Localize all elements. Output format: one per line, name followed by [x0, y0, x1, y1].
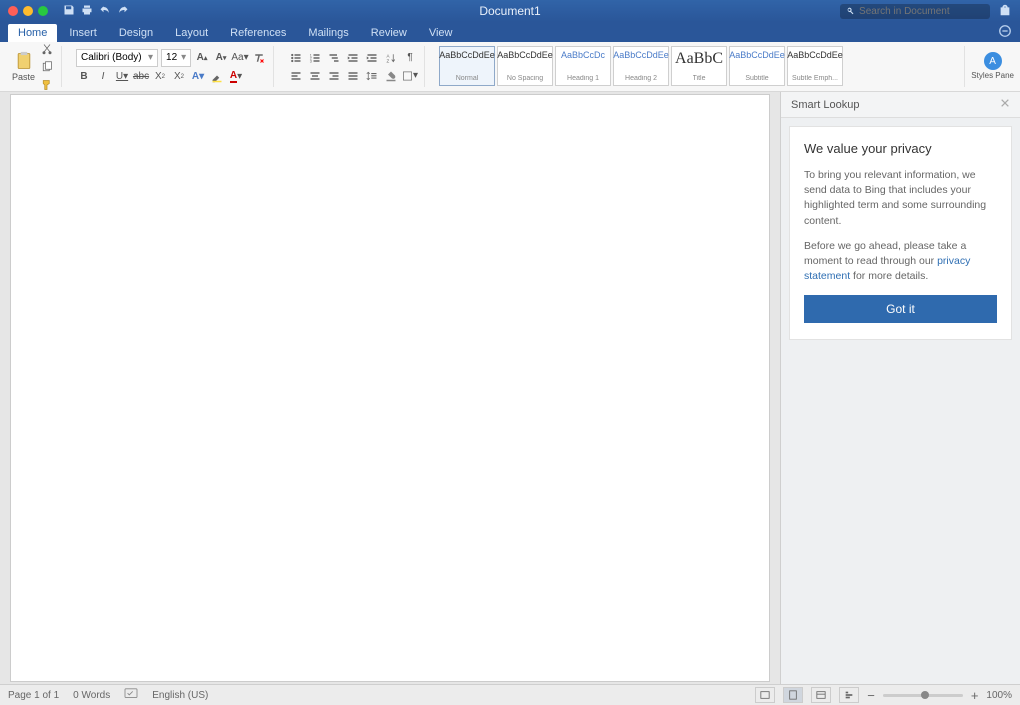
paragraph-group: 123 AZ ¶ ▾ — [282, 46, 425, 87]
style-heading-1[interactable]: AaBbCcDcHeading 1 — [555, 46, 611, 86]
numbering-icon[interactable]: 123 — [307, 50, 323, 66]
font-color-icon[interactable]: A▾ — [228, 69, 244, 85]
save-icon[interactable] — [63, 4, 75, 19]
svg-text:A: A — [387, 53, 390, 58]
ribbon: Paste Calibri (Body)▾ 12▾ A▴ A▾ Aa▾ B I … — [0, 42, 1020, 92]
search-box[interactable] — [840, 4, 990, 19]
justify-icon[interactable] — [345, 68, 361, 84]
share-icon[interactable] — [998, 3, 1012, 20]
zoom-in-button[interactable]: + — [971, 688, 979, 703]
undo-icon[interactable] — [99, 4, 111, 19]
ribbon-options-icon[interactable] — [998, 24, 1012, 43]
styles-pane-icon: A — [984, 52, 1002, 70]
style-heading-2[interactable]: AaBbCcDdEeHeading 2 — [613, 46, 669, 86]
svg-text:Z: Z — [387, 58, 390, 63]
close-window-button[interactable] — [8, 6, 18, 16]
strikethrough-button[interactable]: abc — [133, 69, 149, 85]
superscript-button[interactable]: X2 — [171, 69, 187, 85]
underline-button[interactable]: U▾ — [114, 69, 130, 85]
style-no-spacing[interactable]: AaBbCcDdEeNo Spacing — [497, 46, 553, 86]
bold-button[interactable]: B — [76, 69, 92, 85]
print-icon[interactable] — [81, 4, 93, 19]
bullets-icon[interactable] — [288, 50, 304, 66]
pane-title: Smart Lookup — [791, 99, 859, 111]
privacy-text-2: Before we go ahead, please take a moment… — [804, 239, 997, 285]
spellcheck-icon[interactable] — [124, 688, 138, 703]
tab-review[interactable]: Review — [361, 24, 417, 42]
privacy-card: We value your privacy To bring you relev… — [789, 126, 1012, 340]
line-spacing-icon[interactable] — [364, 68, 380, 84]
multilevel-list-icon[interactable] — [326, 50, 342, 66]
got-it-button[interactable]: Got it — [804, 295, 997, 323]
align-right-icon[interactable] — [326, 68, 342, 84]
tab-insert[interactable]: Insert — [59, 24, 107, 42]
grow-font-icon[interactable]: A▴ — [194, 50, 210, 66]
align-center-icon[interactable] — [307, 68, 323, 84]
view-printlayout-button[interactable] — [783, 687, 803, 703]
view-weblayout-button[interactable] — [811, 687, 831, 703]
subscript-button[interactable]: X2 — [152, 69, 168, 85]
copy-icon[interactable] — [39, 59, 55, 75]
borders-icon[interactable]: ▾ — [402, 68, 418, 84]
tab-mailings[interactable]: Mailings — [298, 24, 358, 42]
tab-view[interactable]: View — [419, 24, 463, 42]
view-outline-button[interactable] — [839, 687, 859, 703]
increase-indent-icon[interactable] — [364, 50, 380, 66]
font-size-select[interactable]: 12▾ — [161, 49, 191, 67]
titlebar: Document1 — [0, 0, 1020, 22]
document-page[interactable] — [10, 94, 770, 682]
privacy-text-1: To bring you relevant information, we se… — [804, 168, 997, 229]
font-group: Calibri (Body)▾ 12▾ A▴ A▾ Aa▾ B I U▾ abc… — [70, 46, 274, 87]
change-case-icon[interactable]: Aa▾ — [232, 50, 248, 66]
style-title[interactable]: AaBbCTitle — [671, 46, 727, 86]
search-icon — [846, 6, 855, 16]
clear-formatting-icon[interactable] — [251, 50, 267, 66]
align-left-icon[interactable] — [288, 68, 304, 84]
tab-design[interactable]: Design — [109, 24, 163, 42]
minimize-window-button[interactable] — [23, 6, 33, 16]
sort-icon[interactable]: AZ — [383, 50, 399, 66]
style-subtitle[interactable]: AaBbCcDdEeSubtitle — [729, 46, 785, 86]
zoom-level[interactable]: 100% — [986, 690, 1012, 701]
status-bar: Page 1 of 1 0 Words English (US) − + 100… — [0, 684, 1020, 705]
status-language[interactable]: English (US) — [152, 690, 208, 701]
style-normal[interactable]: AaBbCcDdEeNormal — [439, 46, 495, 86]
style-subtle-emph-[interactable]: AaBbCcDdEeSubtle Emph... — [787, 46, 843, 86]
highlight-color-icon[interactable] — [209, 69, 225, 85]
paste-button[interactable]: Paste — [12, 51, 35, 82]
font-name-select[interactable]: Calibri (Body)▾ — [76, 49, 158, 67]
status-words[interactable]: 0 Words — [73, 690, 110, 701]
maximize-window-button[interactable] — [38, 6, 48, 16]
tab-layout[interactable]: Layout — [165, 24, 218, 42]
text-effects-icon[interactable]: A▾ — [190, 69, 206, 85]
italic-button[interactable]: I — [95, 69, 111, 85]
shading-icon[interactable] — [383, 68, 399, 84]
status-page[interactable]: Page 1 of 1 — [8, 690, 59, 701]
clipboard-group: Paste — [6, 46, 62, 87]
styles-group: AaBbCcDdEeNormalAaBbCcDdEeNo SpacingAaBb… — [433, 46, 956, 87]
show-marks-icon[interactable]: ¶ — [402, 50, 418, 66]
zoom-slider[interactable] — [883, 694, 963, 697]
search-input[interactable] — [859, 6, 984, 17]
view-readmode-button[interactable] — [755, 687, 775, 703]
format-painter-icon[interactable] — [39, 77, 55, 93]
pane-close-icon[interactable] — [1000, 98, 1010, 111]
redo-icon[interactable] — [117, 4, 129, 19]
tab-home[interactable]: Home — [8, 24, 57, 42]
svg-text:3: 3 — [310, 59, 312, 63]
cut-icon[interactable] — [39, 41, 55, 57]
privacy-heading: We value your privacy — [804, 141, 997, 156]
tab-references[interactable]: References — [220, 24, 296, 42]
document-area[interactable] — [0, 92, 780, 684]
styles-pane-button[interactable]: A Styles Pane — [964, 46, 1014, 87]
decrease-indent-icon[interactable] — [345, 50, 361, 66]
smart-lookup-pane: Smart Lookup We value your privacy To br… — [780, 92, 1020, 684]
zoom-out-button[interactable]: − — [867, 688, 875, 703]
ribbon-tabs: Home Insert Design Layout References Mai… — [0, 22, 1020, 42]
shrink-font-icon[interactable]: A▾ — [213, 50, 229, 66]
